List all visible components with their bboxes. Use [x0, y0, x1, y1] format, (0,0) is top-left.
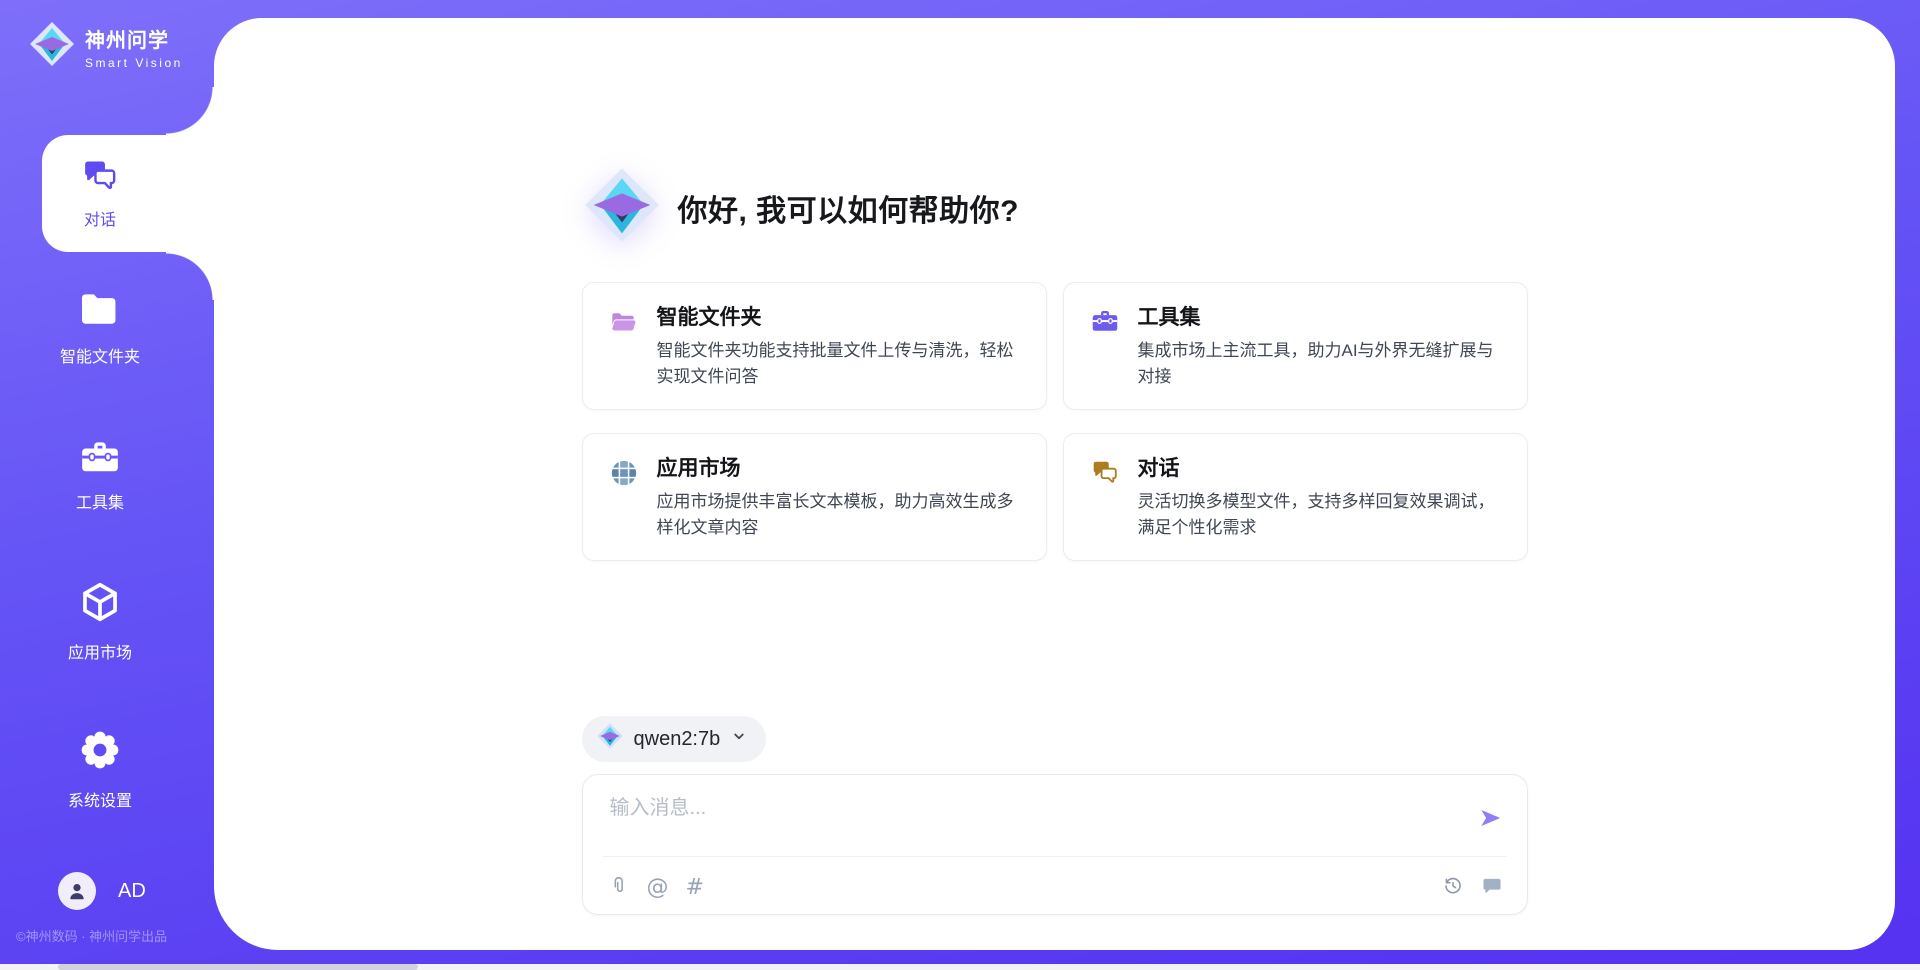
brand-logo: 神州问学 Smart Vision	[28, 20, 183, 73]
grid-sphere-icon	[610, 459, 638, 541]
sidebar-item-settings[interactable]: 系统设置	[0, 728, 200, 811]
card-description: 灵活切换多模型文件，支持多样回复效果调试，满足个性化需求	[1138, 489, 1500, 541]
model-name: qwen2:7b	[634, 728, 721, 751]
sidebar: 神州问学 Smart Vision 对话 智能文件夹	[0, 0, 214, 970]
feature-cards: 智能文件夹 智能文件夹功能支持批量文件上传与清洗，轻松实现文件问答 工具集	[582, 282, 1528, 561]
card-toolset[interactable]: 工具集 集成市场上主流工具，助力AI与外界无缝扩展与对接	[1063, 282, 1528, 410]
sidebar-item-label: 系统设置	[68, 787, 132, 811]
composer-toolbar: @ #	[608, 874, 1503, 901]
hash-icon: #	[686, 877, 704, 899]
folder-icon	[79, 292, 121, 333]
sidebar-item-smart-folder[interactable]: 智能文件夹	[0, 292, 200, 367]
message-input[interactable]	[610, 791, 1447, 849]
horizontal-scrollbar-thumb[interactable]	[58, 964, 418, 970]
chevron-down-icon	[730, 727, 748, 751]
open-folder-icon	[610, 308, 638, 390]
sidebar-item-label: 智能文件夹	[60, 343, 140, 367]
brand-diamond-icon	[28, 20, 76, 73]
sidebar-item-chat[interactable]: 对话	[42, 135, 214, 252]
model-diamond-icon	[596, 722, 624, 756]
composer-divider	[603, 856, 1507, 857]
sidebar-item-app-market[interactable]: 应用市场	[0, 580, 200, 663]
gear-icon	[78, 728, 122, 777]
card-description: 智能文件夹功能支持批量文件上传与清洗，轻松实现文件问答	[657, 338, 1019, 390]
cube-icon	[78, 580, 122, 629]
card-chat[interactable]: 对话 灵活切换多模型文件，支持多样回复效果调试，满足个性化需求	[1063, 433, 1528, 561]
sidebar-item-toolset[interactable]: 工具集	[0, 440, 200, 513]
attach-file-button[interactable]	[608, 874, 630, 901]
user-profile[interactable]: AD	[58, 872, 146, 910]
avatar	[58, 872, 96, 910]
paperclip-icon	[608, 874, 630, 901]
toolbox-icon	[79, 440, 121, 479]
horizontal-scrollbar	[0, 964, 1920, 970]
user-initials: AD	[118, 880, 146, 903]
greeting: 你好, 我可以如何帮助你?	[582, 165, 1528, 250]
card-description: 应用市场提供丰富长文本模板，助力高效生成多样化文章内容	[657, 489, 1019, 541]
card-smart-folder[interactable]: 智能文件夹 智能文件夹功能支持批量文件上传与清洗，轻松实现文件问答	[582, 282, 1047, 410]
message-composer: @ #	[582, 774, 1528, 915]
copyright-text: ©神州数码 · 神州问学出品	[16, 926, 216, 945]
model-selector[interactable]: qwen2:7b	[582, 716, 767, 762]
card-title: 智能文件夹	[657, 306, 1019, 330]
send-button[interactable]	[1473, 801, 1507, 838]
chat-icon	[81, 158, 119, 197]
sidebar-item-label: 应用市场	[68, 639, 132, 663]
send-icon	[1477, 819, 1503, 834]
assistant-diamond-icon	[582, 165, 662, 250]
brand-subtitle: Smart Vision	[85, 56, 183, 70]
brand-name: 神州问学	[85, 24, 183, 53]
at-icon: @	[647, 877, 669, 899]
history-icon	[1442, 875, 1464, 900]
toolbox-icon	[1091, 308, 1119, 390]
topic-button[interactable]: #	[686, 877, 704, 899]
card-title: 应用市场	[657, 457, 1019, 481]
card-app-market[interactable]: 应用市场 应用市场提供丰富长文本模板，助力高效生成多样化文章内容	[582, 433, 1047, 561]
sidebar-item-label: 工具集	[76, 489, 124, 513]
history-button[interactable]	[1442, 875, 1464, 900]
card-title: 对话	[1138, 457, 1500, 481]
mention-button[interactable]: @	[647, 877, 669, 899]
main-panel: 你好, 我可以如何帮助你? 智能文件夹 智能文件夹功能支持批量文件上传与清洗，轻…	[214, 18, 1895, 950]
sidebar-item-label: 对话	[84, 206, 116, 230]
card-title: 工具集	[1138, 306, 1500, 330]
chat-icon	[1091, 459, 1119, 541]
chat-bubble-icon	[1481, 875, 1503, 900]
greeting-text: 你好, 我可以如何帮助你?	[678, 186, 1020, 230]
card-description: 集成市场上主流工具，助力AI与外界无缝扩展与对接	[1138, 338, 1500, 390]
conversation-button[interactable]	[1481, 875, 1503, 900]
